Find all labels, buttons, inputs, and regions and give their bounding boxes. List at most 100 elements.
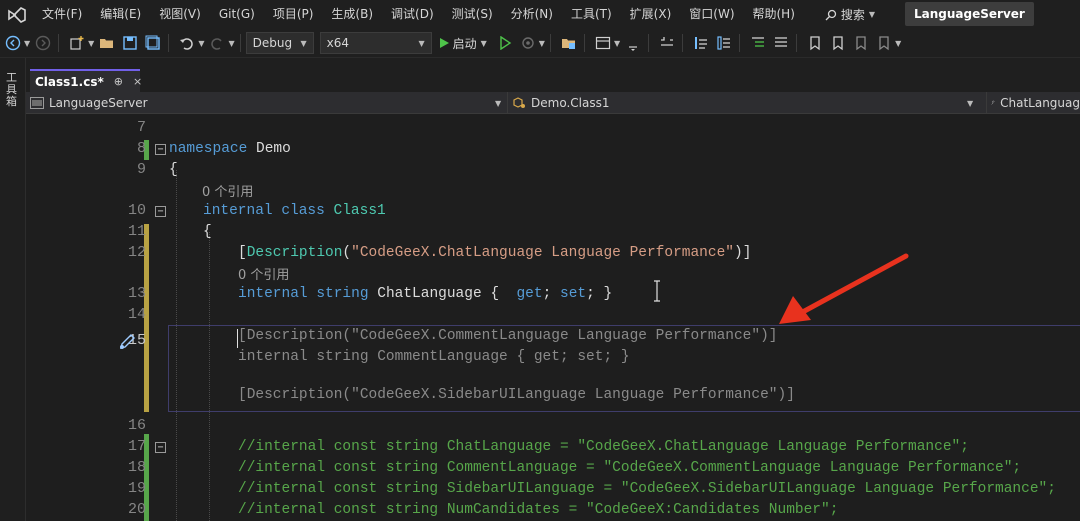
- navigate-forward-icon[interactable]: [33, 33, 53, 53]
- start-label: 启动: [452, 36, 477, 51]
- visual-studio-logo-icon[interactable]: [0, 0, 34, 29]
- chevron-down-icon[interactable]: ▼: [228, 39, 234, 48]
- toolbar-divider: [739, 34, 741, 52]
- menu-item-6[interactable]: 调试(D): [383, 0, 444, 29]
- class-dropdown[interactable]: Demo.Class1 ▼: [507, 92, 977, 114]
- redo-icon[interactable]: [207, 33, 227, 53]
- codelens-references[interactable]: 0 个引用: [202, 181, 253, 200]
- next-bookmark-icon[interactable]: [851, 33, 871, 53]
- string-literal: "CodeGeeX.ChatLanguage Language Performa…: [351, 245, 734, 261]
- keyword: get: [516, 286, 543, 302]
- collapse-toggle-icon[interactable]: −: [155, 144, 166, 155]
- codelens-references[interactable]: 0 个引用: [238, 264, 289, 283]
- clear-bookmarks-icon[interactable]: [874, 33, 894, 53]
- step-into-icon[interactable]: [691, 33, 711, 53]
- menu-item-3[interactable]: Git(G): [211, 0, 265, 29]
- brace: {: [481, 286, 517, 302]
- customize-toolbar-icon[interactable]: [623, 33, 643, 53]
- close-tab-icon[interactable]: ×: [133, 75, 142, 88]
- platform-value: x64: [326, 36, 349, 50]
- toolbar-divider: [796, 34, 798, 52]
- menu-item-9[interactable]: 工具(T): [563, 0, 622, 29]
- toolbox-label[interactable]: 工具箱: [6, 72, 20, 108]
- toolbar-divider: [168, 34, 170, 52]
- member-dropdown[interactable]: ChatLanguag: [986, 92, 1080, 114]
- quick-actions-pencil-icon[interactable]: [118, 333, 138, 351]
- menu-item-2[interactable]: 视图(V): [151, 0, 211, 29]
- menu-item-11[interactable]: 窗口(W): [681, 0, 744, 29]
- previous-bookmark-icon[interactable]: [828, 33, 848, 53]
- platform-select[interactable]: x64 ▼: [319, 32, 432, 54]
- type-name: Class1: [324, 203, 386, 219]
- configuration-select[interactable]: Debug ▼: [245, 32, 314, 54]
- tab-label: Class1.cs*: [35, 74, 104, 89]
- open-folder-icon[interactable]: [97, 33, 117, 53]
- menu-item-7[interactable]: 测试(S): [444, 0, 503, 29]
- bookmark-icon[interactable]: [805, 33, 825, 53]
- line-number: 13: [127, 285, 146, 302]
- toolbox-strip: 工具箱: [0, 58, 26, 521]
- chevron-down-icon: ▼: [300, 38, 307, 48]
- menu-item-8[interactable]: 分析(N): [503, 0, 563, 29]
- property-wrench-icon: [991, 100, 995, 105]
- save-all-icon[interactable]: [143, 33, 163, 53]
- search-icon: [825, 9, 837, 20]
- solution-title[interactable]: LanguageServer: [905, 2, 1034, 26]
- red-arrow-annotation-icon: [779, 253, 909, 324]
- window-layout-icon[interactable]: [593, 33, 613, 53]
- chevron-down-icon: ▼: [418, 38, 425, 48]
- code-line: internal string ChatLanguage { get; set;…: [238, 286, 612, 302]
- find-icon[interactable]: [657, 33, 677, 53]
- uncomment-lines-icon[interactable]: [771, 33, 791, 53]
- bookmark-list-icon[interactable]: [714, 33, 734, 53]
- start-without-debugging-icon[interactable]: [495, 33, 515, 53]
- start-debugging-button[interactable]: 启动 ▼: [438, 35, 487, 52]
- code-line: {: [169, 162, 178, 178]
- comment-line: //internal const string SidebarUILanguag…: [238, 481, 1056, 497]
- toolbar-divider: [682, 34, 684, 52]
- collapse-toggle-icon[interactable]: −: [155, 442, 166, 453]
- collapse-toggle-icon[interactable]: −: [155, 206, 166, 217]
- chevron-down-icon[interactable]: ▼: [614, 39, 620, 48]
- code-editor[interactable]: 7 8 9 10 11 12 13 14 15 16 17 18 19 20 −…: [26, 114, 1080, 521]
- undo-icon[interactable]: [177, 33, 197, 53]
- class-name: Demo.Class1: [531, 96, 610, 110]
- project-dropdown[interactable]: LanguageServer ▼: [26, 92, 507, 114]
- pin-tab-icon[interactable]: ⊕: [114, 75, 123, 88]
- menu-bar: 文件(F) 编辑(E) 视图(V) Git(G) 项目(P) 生成(B) 调试(D) 测试(S…: [0, 0, 1080, 29]
- property-name: ChatLanguage: [368, 286, 482, 302]
- chevron-down-icon[interactable]: ▼: [895, 39, 901, 48]
- menu-item-4[interactable]: 项目(P): [265, 0, 324, 29]
- chevron-down-icon[interactable]: ▼: [539, 39, 545, 48]
- menu-item-10[interactable]: 扩展(X): [622, 0, 682, 29]
- line-number: 10: [127, 202, 146, 219]
- menu-item-5[interactable]: 生成(B): [323, 0, 383, 29]
- toolbar-divider: [648, 34, 650, 52]
- code-line: namespace Demo: [169, 141, 291, 157]
- code-line: internal class Class1: [203, 203, 386, 219]
- search-menu[interactable]: 搜索 ▼: [817, 6, 883, 23]
- chevron-down-icon[interactable]: ▼: [24, 39, 30, 48]
- navigate-back-icon[interactable]: [3, 33, 23, 53]
- solution-explorer-icon[interactable]: [559, 33, 579, 53]
- ghost-suggestion-line: internal string CommentLanguage { get; s…: [238, 349, 630, 365]
- tab-class1-cs[interactable]: Class1.cs* ⊕ ×: [30, 69, 142, 92]
- keyword: namespace: [169, 141, 248, 157]
- menu-item-0[interactable]: 文件(F): [34, 0, 92, 29]
- new-project-icon[interactable]: [67, 33, 87, 53]
- menu-item-1[interactable]: 编辑(E): [92, 0, 151, 29]
- identifier: Demo: [247, 141, 291, 157]
- comment-lines-icon[interactable]: [748, 33, 768, 53]
- line-number: 16: [127, 417, 146, 434]
- bracket: )]: [734, 245, 752, 261]
- chevron-down-icon[interactable]: ▼: [198, 39, 204, 48]
- line-number: 18: [127, 459, 146, 476]
- save-icon[interactable]: [120, 33, 140, 53]
- hot-reload-icon[interactable]: [518, 33, 538, 53]
- member-name: ChatLanguag: [1000, 96, 1080, 110]
- toolbar-divider: [583, 34, 585, 52]
- chevron-down-icon[interactable]: ▼: [88, 39, 94, 48]
- code-line: [Description("CodeGeeX.ChatLanguage Lang…: [238, 245, 751, 261]
- menu-item-12[interactable]: 帮助(H): [745, 0, 805, 29]
- menu-items: 文件(F) 编辑(E) 视图(V) Git(G) 项目(P) 生成(B) 调试(D) 测试(S…: [34, 0, 805, 29]
